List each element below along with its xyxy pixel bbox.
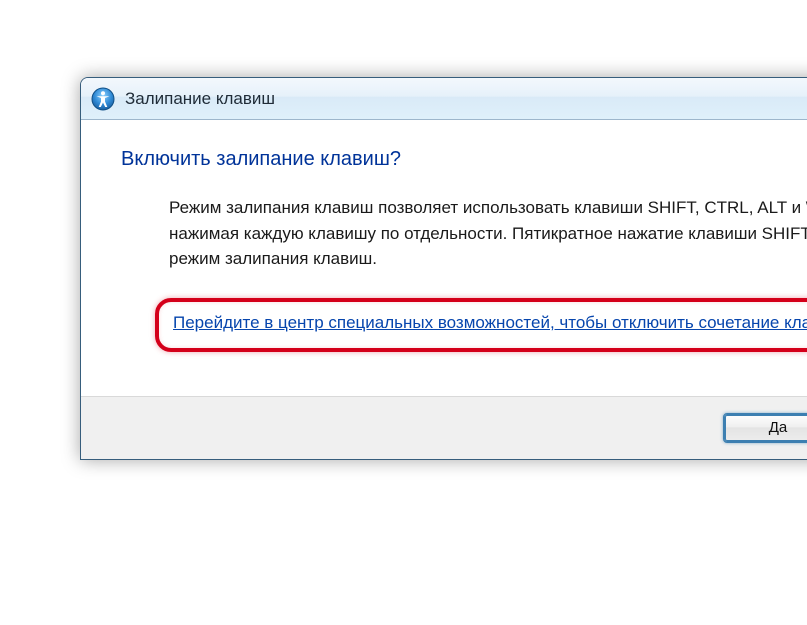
ease-of-access-link[interactable]: Перейдите в центр специальных возможност… [173, 313, 807, 332]
content-area: Включить залипание клавиш? Режим залипан… [81, 120, 807, 396]
body-text: Режим залипания клавиш позволяет использ… [169, 195, 807, 272]
sticky-keys-dialog: Залипание клавиш Включить залипание клав… [80, 77, 807, 460]
titlebar: Залипание клавиш [81, 78, 807, 120]
highlight-annotation: Перейдите в центр специальных возможност… [155, 298, 807, 352]
yes-button[interactable]: Да [723, 413, 807, 443]
titlebar-title: Залипание клавиш [125, 89, 275, 109]
main-instruction: Включить залипание клавиш? [121, 148, 807, 171]
accessibility-icon [91, 87, 115, 111]
link-container: Перейдите в центр специальных возможност… [169, 294, 807, 360]
dialog-footer: Да Нет [81, 396, 807, 459]
